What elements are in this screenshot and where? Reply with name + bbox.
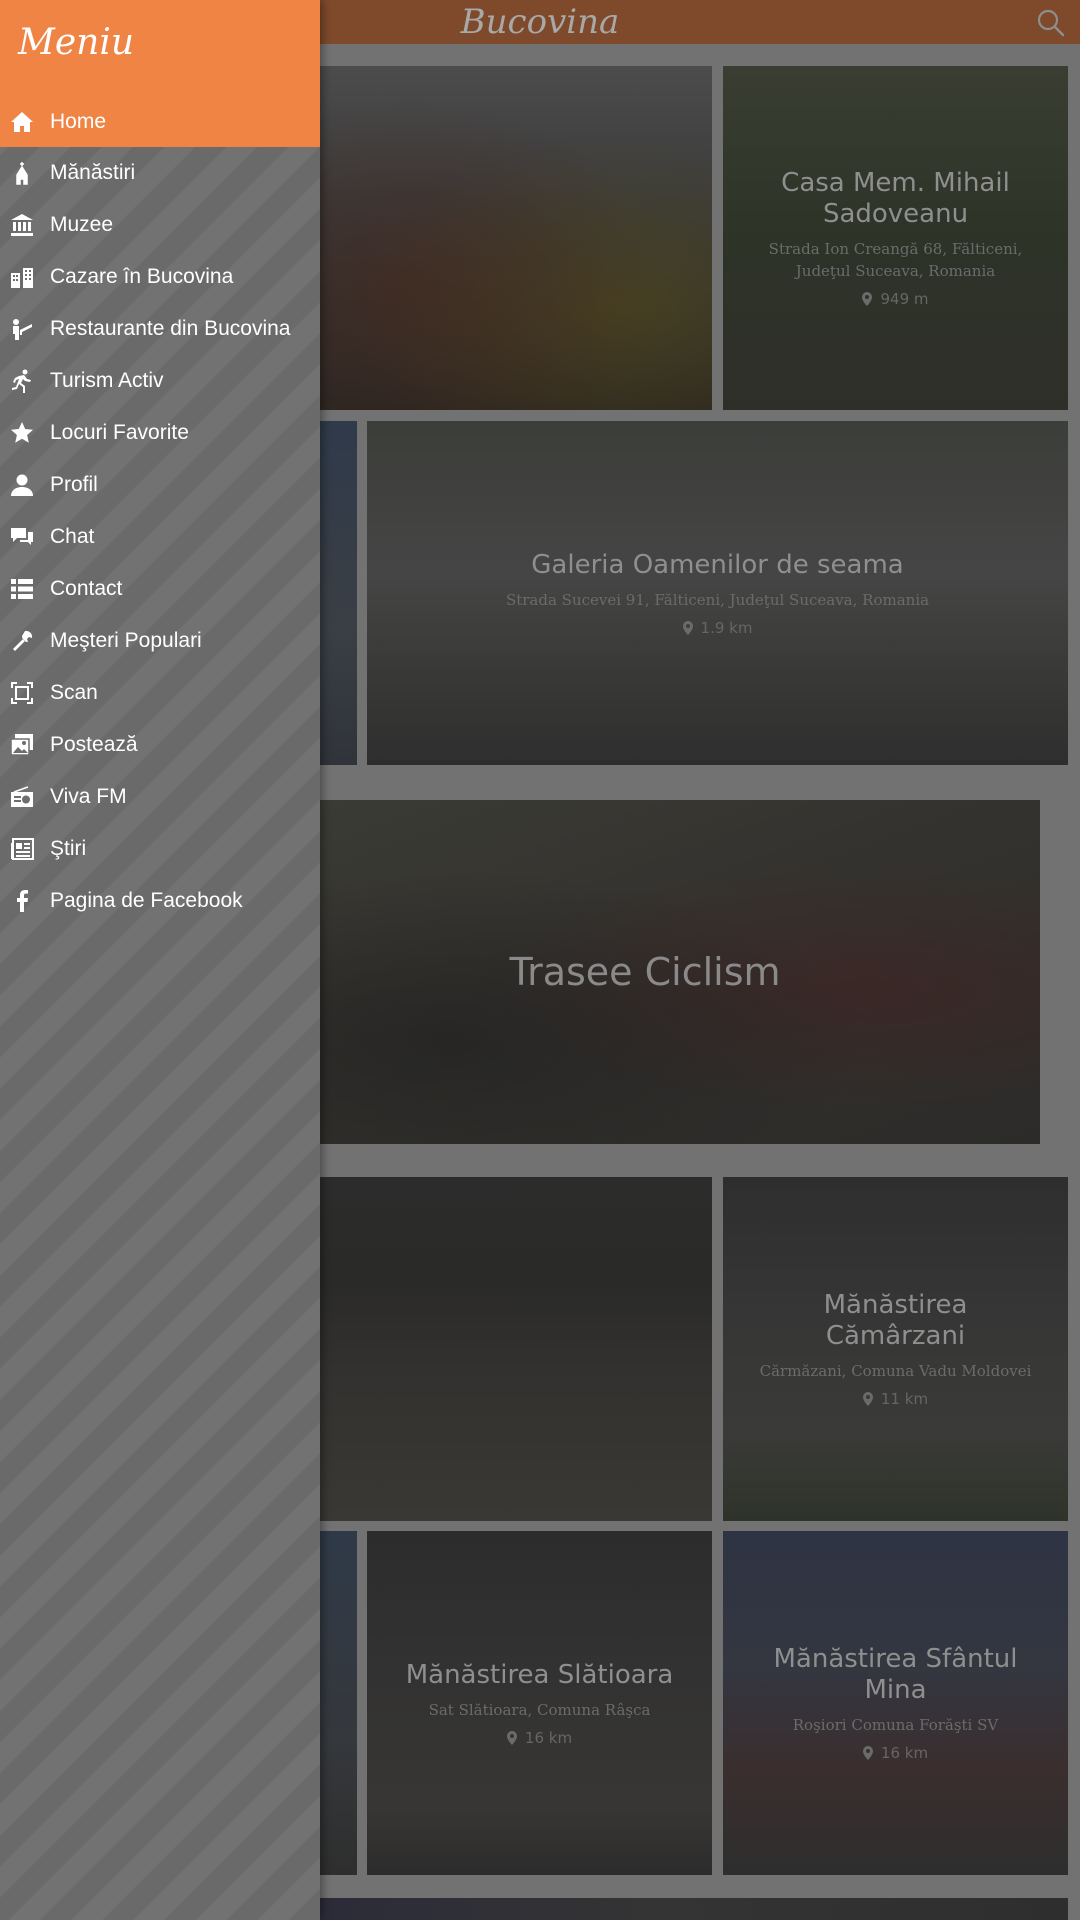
list-icon: [11, 579, 33, 599]
menu-item-label: Restaurante din Bucovina: [50, 317, 291, 340]
place-distance: 16 km: [753, 1744, 1038, 1762]
place-card-sadoveanu[interactable]: Casa Mem. Mihail Sadoveanu Strada Ion Cr…: [723, 66, 1068, 410]
place-card-mina[interactable]: Mănăstirea Sfântul Mina Roşiori Comuna F…: [723, 1531, 1068, 1875]
menu-item-restaurante[interactable]: Restaurante din Bucovina: [0, 303, 320, 355]
distance-value: 11 km: [880, 1390, 929, 1408]
menu-item-posteaza[interactable]: Postează: [0, 719, 320, 771]
place-card[interactable]: [250, 1898, 1068, 1920]
distance-value: 16 km: [880, 1744, 929, 1762]
menu-item-facebook[interactable]: Pagina de Facebook: [0, 875, 320, 927]
distance-value: 16 km: [524, 1728, 573, 1747]
menu-item-profil[interactable]: Profil: [0, 459, 320, 511]
menu-item-label: Scan: [50, 681, 98, 704]
news-icon: [11, 838, 34, 860]
menu-item-label: Meşteri Populari: [50, 629, 202, 652]
place-distance: 1.9 km: [506, 619, 929, 637]
menu-item-turism-activ[interactable]: Turism Activ: [0, 355, 320, 407]
museum-icon: [11, 214, 33, 236]
place-card-slatioara[interactable]: Mănăstirea Slătioara Sat Slătioara, Comu…: [367, 1531, 712, 1875]
menu-item-contact[interactable]: Contact: [0, 563, 320, 615]
tools-icon: [13, 630, 33, 651]
place-distance: 16 km: [406, 1729, 674, 1747]
menu-item-viva-fm[interactable]: Viva FM: [0, 771, 320, 823]
menu-item-label: Profil: [50, 473, 98, 496]
menu-item-label: Muzee: [50, 213, 114, 236]
menu-item-label: Cazare în Bucovina: [50, 265, 234, 288]
facebook-icon: [17, 889, 28, 912]
location-pin-icon: [862, 1746, 873, 1760]
menu-item-manastiri[interactable]: Mănăstiri: [0, 147, 320, 199]
hotel-icon: [11, 268, 33, 288]
menu-item-chat[interactable]: Chat: [0, 511, 320, 563]
menu-item-locuri-favorite[interactable]: Locuri Favorite: [0, 407, 320, 459]
menu-item-label: Postează: [50, 733, 138, 756]
post-photo-icon: [10, 734, 33, 756]
menu-item-label: Viva FM: [50, 785, 127, 808]
star-icon: [11, 422, 33, 443]
navigation-drawer: Meniu Home Mănăstiri Muzee Cazare în Buc…: [0, 0, 320, 1920]
running-icon: [12, 369, 31, 393]
category-title: Trasee Ciclism: [509, 950, 781, 994]
distance-value: 949 m: [880, 290, 929, 308]
place-title: Casa Mem. Mihail Sadoveanu: [781, 168, 1010, 229]
radio-icon: [11, 786, 33, 807]
menu-item-stiri[interactable]: Ştiri: [0, 823, 320, 875]
menu-item-label: Home: [50, 110, 107, 133]
drawer-header: Meniu: [0, 0, 320, 97]
place-address: Strada Ion Creangă 68, Fălticeni, Judeţu…: [768, 240, 1023, 280]
home-icon: [11, 112, 33, 132]
menu-item-label: Chat: [50, 525, 95, 548]
location-pin-icon: [506, 1730, 517, 1745]
drawer-title: Meniu: [18, 22, 135, 63]
place-card-galeria[interactable]: Galeria Oamenilor de seama Strada Suceve…: [367, 421, 1068, 765]
place-title: Mănăstirea Sfântul Mina: [773, 1644, 1018, 1705]
search-button[interactable]: [1036, 8, 1066, 38]
place-title: Mănăstirea Cămârzani: [823, 1290, 968, 1351]
place-address: Cărmăzani, Comuna Vadu Moldovei: [759, 1362, 1032, 1380]
menu-item-label: Ştiri: [50, 837, 87, 860]
location-pin-icon: [682, 620, 693, 635]
menu-item-label: Turism Activ: [50, 369, 164, 392]
menu-item-label: Pagina de Facebook: [50, 889, 243, 912]
place-title: Galeria Oamenilor de seama: [531, 549, 904, 580]
location-pin-icon: [862, 1392, 873, 1406]
place-title: Mănăstirea Slătioara: [405, 1659, 674, 1690]
search-icon: [1037, 9, 1065, 37]
restaurant-icon: [13, 319, 32, 340]
place-distance: 949 m: [753, 290, 1038, 308]
place-distance: 11 km: [753, 1390, 1038, 1408]
menu-item-scan[interactable]: Scan: [0, 667, 320, 719]
monastery-icon: [16, 162, 28, 185]
user-icon: [11, 474, 33, 496]
menu-item-muzee[interactable]: Muzee: [0, 199, 320, 251]
category-card-ciclism[interactable]: Trasee Ciclism: [250, 800, 1040, 1144]
place-card-camarzani[interactable]: Mănăstirea Cămârzani Cărmăzani, Comuna V…: [723, 1177, 1068, 1521]
menu-item-mesteri-populari[interactable]: Meşteri Populari: [0, 615, 320, 667]
drawer-menu: Home Mănăstiri Muzee Cazare în Bucovina …: [0, 97, 320, 927]
place-address: Sat Slătioara, Comuna Râşca: [428, 1700, 651, 1719]
scan-icon: [11, 682, 33, 704]
location-pin-icon: [862, 292, 873, 306]
distance-value: 1.9 km: [700, 618, 753, 637]
menu-item-label: Mănăstiri: [50, 161, 136, 184]
place-address: Strada Sucevei 91, Fălticeni, Judeţul Su…: [505, 590, 930, 609]
place-address: Roşiori Comuna Forăşti SV: [792, 1716, 999, 1734]
chat-icon: [11, 528, 33, 545]
menu-item-home[interactable]: Home: [0, 97, 320, 147]
menu-item-cazare[interactable]: Cazare în Bucovina: [0, 251, 320, 303]
menu-item-label: Locuri Favorite: [50, 421, 189, 444]
menu-item-label: Contact: [50, 577, 123, 600]
